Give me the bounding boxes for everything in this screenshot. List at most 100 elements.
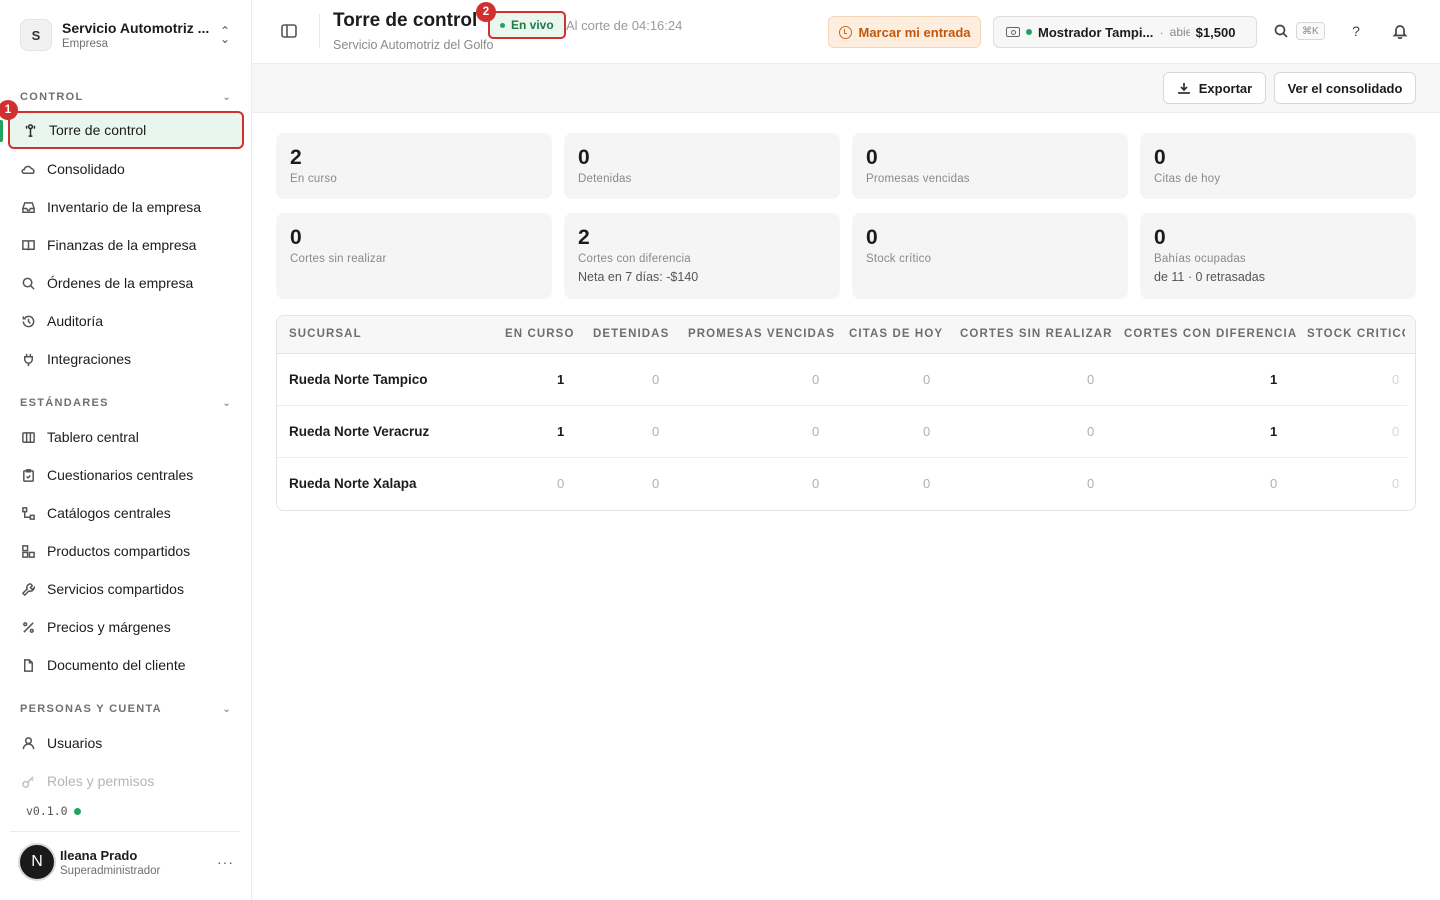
kpi-value: 2 (578, 226, 590, 249)
kpi-card-cortes-con-diferencia[interactable]: 2 Cortes con diferencia Neta en 7 días: … (564, 213, 840, 299)
branch-table: SUCURSAL EN CURSO DETENIDAS PROMESAS VEN… (276, 315, 1416, 511)
table-row[interactable]: Rueda Norte Veracruz 1 0 0 0 0 1 0 (277, 406, 1407, 458)
view-consolidated-button[interactable]: Ver el consolidado (1274, 72, 1416, 104)
boxes-icon (20, 543, 36, 559)
column-header[interactable]: PROMESAS VENCIDAS (688, 328, 835, 340)
cash-register-selector[interactable]: Mostrador Tampi... · abierta $1,500 (993, 16, 1257, 48)
branch-name: Rueda Norte Xalapa (289, 476, 417, 491)
cash-register-amount: $1,500 (1195, 24, 1236, 40)
kpi-card-citas-de-hoy[interactable]: 0 Citas de hoy (1140, 133, 1416, 199)
table-cell: 0 (1392, 424, 1400, 439)
sidebar-toggle-icon[interactable] (280, 22, 300, 42)
sidebar-item-catalogos[interactable]: Catálogos centrales (8, 494, 244, 532)
cash-register-state: abierta (1169, 25, 1190, 39)
wrench-icon (20, 581, 36, 597)
sidebar-item-label: Servicios compartidos (47, 581, 184, 597)
live-status-badge: En vivo (488, 11, 566, 39)
inbox-icon (20, 199, 36, 215)
sidebar-item-label: Órdenes de la empresa (47, 275, 194, 291)
column-header[interactable]: STOCK CRÍTICO (1307, 328, 1405, 340)
chevron-down-icon: ⌄ (222, 397, 232, 409)
sidebar-item-cuestionarios[interactable]: Cuestionarios centrales (8, 456, 244, 494)
org-type: Empresa (62, 38, 109, 50)
sidebar-item-label: Inventario de la empresa (47, 199, 202, 215)
kpi-value: 0 (1154, 226, 1166, 249)
sidebar-item-finanzas[interactable]: Finanzas de la empresa (8, 226, 244, 264)
table-cell: 0 (1270, 476, 1278, 491)
book-icon (20, 237, 36, 253)
plug-icon (20, 351, 36, 367)
sidebar-item-label: Productos compartidos (47, 543, 191, 559)
column-header[interactable]: EN CURSO (505, 328, 575, 340)
columns-icon (20, 429, 36, 445)
sidebar-item-productos[interactable]: Productos compartidos (8, 532, 244, 570)
kpi-value: 0 (866, 226, 878, 249)
section-estandares[interactable]: ESTÁNDARES ⌄ (20, 394, 232, 412)
sidebar-item-label: Usuarios (47, 735, 103, 751)
sidebar-item-ordenes[interactable]: Órdenes de la empresa (8, 264, 244, 302)
table-row[interactable]: Rueda Norte Xalapa 0 0 0 0 0 0 0 (277, 458, 1407, 510)
table-cell: 1 (1270, 424, 1278, 439)
chevron-down-icon: ⌄ (222, 91, 232, 103)
status-dot (1026, 29, 1032, 35)
sidebar-item-label: Cuestionarios centrales (47, 467, 194, 483)
sidebar-item-inventario[interactable]: Inventario de la empresa (8, 188, 244, 226)
annotation-badge-2: 2 (476, 2, 496, 22)
search-icon[interactable] (1270, 20, 1292, 42)
divider (319, 14, 320, 48)
export-button[interactable]: Exportar (1163, 72, 1266, 104)
shortcut-hint: ⌘K (1296, 22, 1325, 40)
sidebar-item-auditoria[interactable]: Auditoría (8, 302, 244, 340)
more-icon[interactable]: ··· (217, 854, 234, 870)
clock-icon (838, 25, 852, 39)
mark-entry-button[interactable]: Marcar mi entrada (828, 16, 981, 48)
kpi-card-en-curso[interactable]: 2 En curso (276, 133, 552, 199)
sidebar-item-torre-de-control[interactable]: Torre de control (8, 111, 244, 149)
kpi-detail: de 11 · 0 retrasadas (1154, 270, 1265, 284)
sidebar-item-usuarios[interactable]: Usuarios (8, 724, 244, 762)
sidebar-item-tablero-central[interactable]: Tablero central (8, 418, 244, 456)
column-header[interactable]: CITAS DE HOY (849, 328, 943, 340)
table-cell: 1 (1270, 372, 1278, 387)
kpi-card-stock-critico[interactable]: 0 Stock crítico (852, 213, 1128, 299)
column-header[interactable]: SUCURSAL (289, 328, 362, 340)
table-cell: 1 (557, 424, 565, 439)
sidebar-item-consolidado[interactable]: Consolidado (8, 150, 244, 188)
table-cell: 0 (923, 476, 931, 491)
help-icon[interactable]: ? (1345, 20, 1367, 42)
kpi-label: Promesas vencidas (866, 173, 970, 185)
column-header[interactable]: DETENIDAS (593, 328, 669, 340)
sidebar-item-integraciones[interactable]: Integraciones (8, 340, 244, 378)
kpi-card-cortes-sin-realizar[interactable]: 0 Cortes sin realizar (276, 213, 552, 299)
sidebar-item-documento[interactable]: Documento del cliente (8, 646, 244, 684)
sidebar-item-roles[interactable]: Roles y permisos (8, 762, 244, 800)
user-name: Ileana Prado (60, 847, 138, 863)
column-header[interactable]: CORTES SIN REALIZAR (960, 328, 1113, 340)
section-control[interactable]: CONTROL ⌄ (20, 88, 232, 106)
table-cell: 0 (652, 476, 660, 491)
table-cell: 0 (923, 372, 931, 387)
app-version: v0.1.0 (26, 804, 81, 818)
user-menu[interactable]: N Ileana Prado Superadministrador ··· (18, 842, 240, 882)
chevron-up-down-icon: ⌃ ⌄ (219, 24, 231, 46)
sidebar-item-label: Integraciones (47, 351, 132, 367)
kpi-card-promesas-vencidas[interactable]: 0 Promesas vencidas (852, 133, 1128, 199)
kpi-card-bahias-ocupadas[interactable]: 0 Bahías ocupadas de 11 · 0 retrasadas (1140, 213, 1416, 299)
live-dot-icon (500, 22, 505, 28)
org-name: Servicio Automotriz ... (62, 20, 210, 36)
sidebar-item-precios[interactable]: Precios y márgenes (8, 608, 244, 646)
divider (10, 831, 240, 832)
bell-icon[interactable] (1389, 20, 1411, 42)
section-personas[interactable]: PERSONAS Y CUENTA ⌄ (20, 700, 232, 718)
table-cell: 0 (812, 476, 820, 491)
column-header[interactable]: CORTES CON DIFERENCIA (1124, 328, 1297, 340)
kpi-card-detenidas[interactable]: 0 Detenidas (564, 133, 840, 199)
table-header: SUCURSAL EN CURSO DETENIDAS PROMESAS VEN… (277, 316, 1415, 354)
cloud-icon (20, 161, 36, 177)
table-row[interactable]: Rueda Norte Tampico 1 0 0 0 0 1 0 (277, 354, 1407, 406)
status-dot (73, 807, 81, 815)
kpi-value: 0 (290, 226, 302, 249)
sidebar-item-servicios[interactable]: Servicios compartidos (8, 570, 244, 608)
sidebar: S Servicio Automotriz ... Empresa ⌃ ⌄ CON… (0, 0, 252, 900)
org-switcher[interactable]: S Servicio Automotriz ... Empresa ⌃ ⌄ (10, 12, 242, 58)
